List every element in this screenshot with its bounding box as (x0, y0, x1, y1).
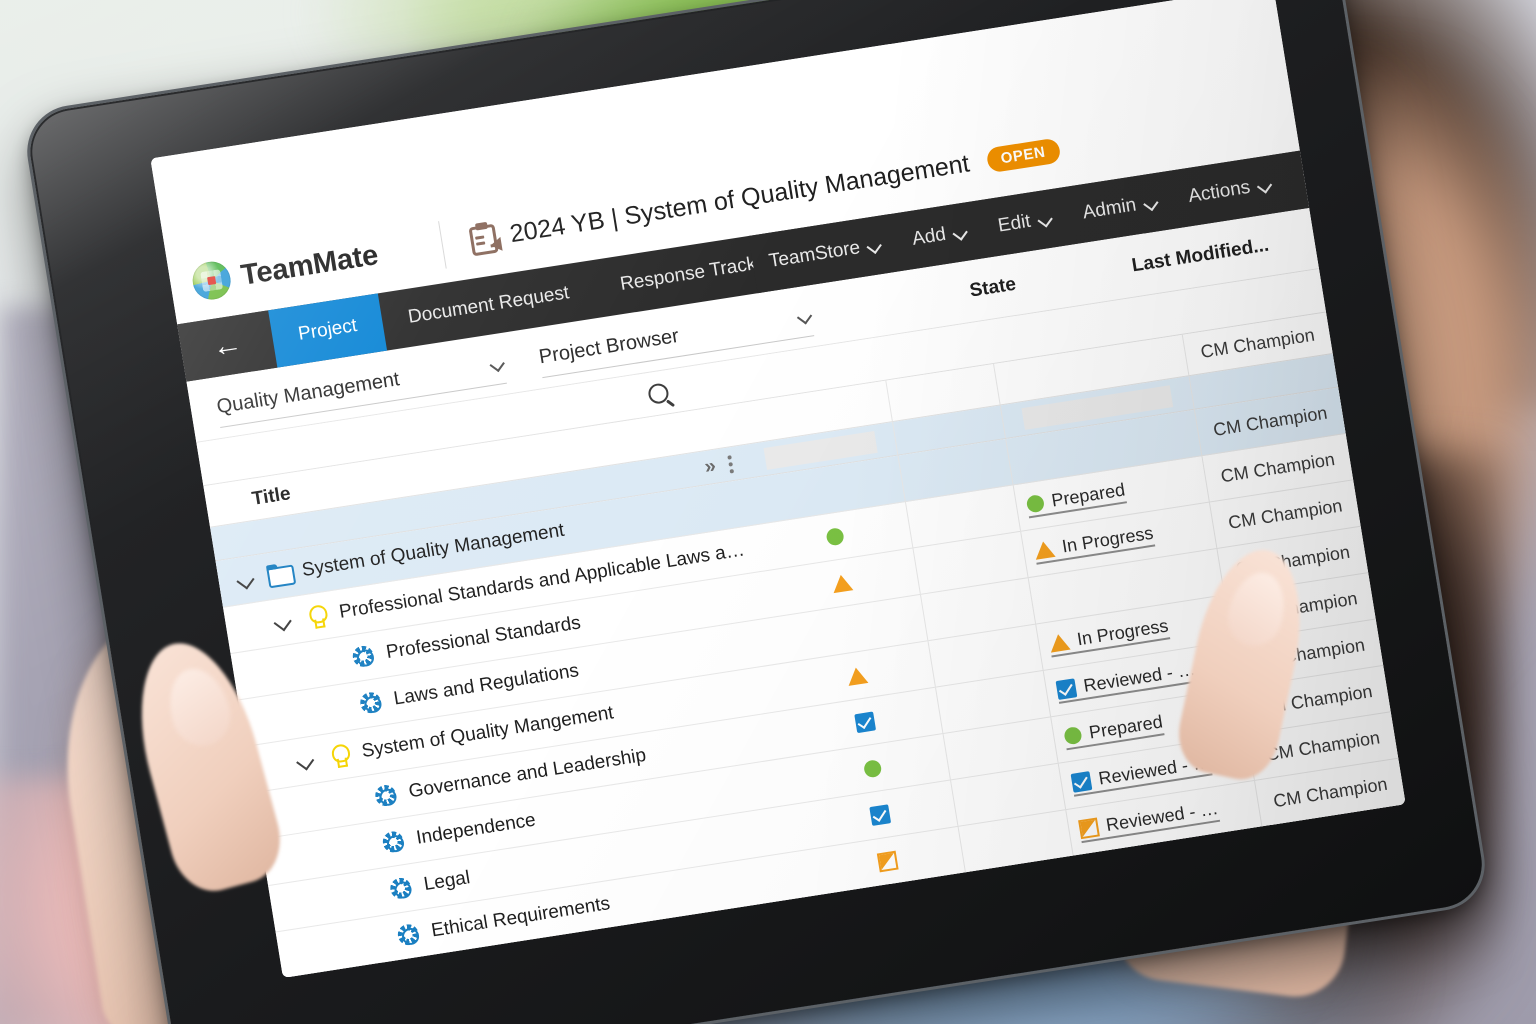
kebab-menu-icon[interactable] (727, 454, 735, 474)
menu-actions-label: Actions (1186, 176, 1252, 208)
state-marker-check-icon (1055, 678, 1078, 700)
state-marker-triangle-icon (1033, 539, 1056, 560)
menu-add[interactable]: Add (895, 218, 984, 253)
folder-icon (265, 561, 295, 589)
state-label: Reviewed - … (1082, 658, 1197, 696)
expand-columns-icon[interactable]: » (703, 455, 715, 479)
chevron-down-icon (1144, 196, 1158, 210)
chevron-down-icon (1258, 179, 1272, 193)
state-value: Prepared (1062, 711, 1165, 751)
menu-teamstore[interactable]: TeamStore (752, 232, 899, 276)
gear-icon (379, 829, 409, 857)
state-marker-partial-icon (1078, 817, 1100, 840)
twisty-placeholder (355, 881, 380, 906)
row-title-label: Independence (414, 809, 538, 849)
twisty-placeholder (325, 696, 350, 721)
chevron-down-icon (798, 309, 812, 323)
gear-icon (387, 875, 417, 903)
module-select-value: Quality Management (215, 367, 402, 418)
teammate-globe-logo-icon (189, 258, 234, 303)
menu-add-label: Add (910, 223, 948, 250)
state-label: In Progress (1075, 615, 1170, 650)
chevron-down-icon[interactable] (270, 609, 295, 634)
state-marker-circle-icon (1025, 494, 1046, 514)
menu-admin-label: Admin (1081, 194, 1138, 224)
status-marker-triangle-icon (830, 572, 854, 593)
twisty-placeholder (318, 649, 343, 674)
state-label: Prepared (1087, 711, 1164, 743)
tablet-screen: TeamMate 2024 YB | System of Quality Man… (150, 0, 1406, 978)
status-marker-check-icon (853, 711, 876, 733)
row-title-label: Legal (422, 867, 472, 896)
twisty-placeholder (363, 928, 388, 953)
state-value: Prepared (1025, 479, 1128, 519)
state-label: In Progress (1060, 522, 1155, 557)
menu-edit-label: Edit (996, 210, 1033, 237)
menu-teamstore-label: TeamStore (767, 237, 862, 272)
chevron-down-icon (1039, 212, 1053, 226)
search-icon[interactable] (646, 381, 670, 405)
status-marker-check-icon (868, 803, 891, 826)
state-value: In Progress (1047, 615, 1171, 658)
status-marker-circle-icon (862, 758, 882, 778)
chevron-down-icon (868, 239, 882, 253)
chevron-down-icon (491, 357, 505, 371)
brand-name: TeamMate (238, 238, 381, 292)
status-marker-triangle-icon (845, 665, 869, 686)
gear-icon (394, 921, 424, 949)
state-marker-circle-icon (1063, 725, 1083, 746)
status-marker-partial-icon (876, 850, 899, 872)
menu-edit[interactable]: Edit (981, 205, 1069, 240)
state-label: Reviewed - … (1104, 797, 1220, 836)
gear-icon (356, 689, 386, 717)
state-marker-triangle-icon (1048, 632, 1071, 653)
view-select-value: Project Browser (537, 324, 681, 368)
clipboard-arrow-icon (466, 220, 503, 257)
status-badge: OPEN (985, 137, 1062, 173)
lightbulb-icon (302, 603, 332, 631)
chevron-down-icon[interactable] (233, 567, 258, 592)
twisty-placeholder (340, 789, 365, 814)
chevron-down-icon (954, 226, 968, 240)
chevron-down-icon[interactable] (293, 748, 318, 773)
gear-icon (372, 782, 402, 810)
menu-actions[interactable]: Actions (1171, 171, 1288, 210)
state-marker-check-icon (1070, 771, 1093, 793)
state-value: In Progress (1032, 522, 1156, 565)
twisty-placeholder (348, 835, 373, 860)
teammate-application: TeamMate 2024 YB | System of Quality Man… (150, 0, 1406, 978)
lightbulb-icon (324, 742, 354, 770)
grid-header-tools: » (703, 450, 748, 479)
state-label: Prepared (1050, 479, 1127, 511)
menu-admin[interactable]: Admin (1065, 189, 1174, 227)
status-marker-circle-icon (824, 526, 845, 547)
gear-icon (349, 643, 379, 671)
